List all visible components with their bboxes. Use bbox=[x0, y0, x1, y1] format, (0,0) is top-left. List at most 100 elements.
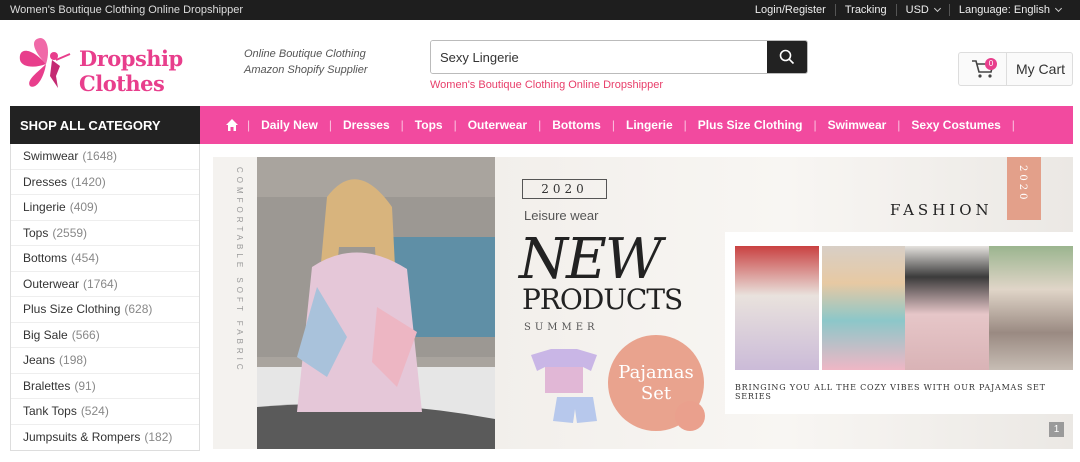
category-name: Outerwear bbox=[23, 276, 80, 291]
category-count: (566) bbox=[71, 327, 100, 342]
banner-products-heading: PRODUCTS bbox=[522, 283, 683, 316]
cart-count-badge: 0 bbox=[985, 58, 997, 70]
category-item[interactable]: Dresses (1420) bbox=[11, 170, 199, 195]
banner-model-image bbox=[257, 157, 495, 449]
category-name: Jumpsuits & Rompers bbox=[23, 430, 141, 445]
top-bar: Women's Boutique Clothing Online Dropshi… bbox=[0, 0, 1080, 20]
nav-separator: | bbox=[1011, 118, 1015, 132]
tagline-line-2: Amazon Shopify Supplier bbox=[244, 64, 368, 76]
pajama-photo bbox=[905, 246, 989, 370]
category-count: (409) bbox=[69, 200, 98, 215]
logo-wordmark: Dropship Clothes bbox=[79, 46, 183, 96]
pajama-photo bbox=[735, 246, 819, 370]
main-nav: SHOP ALL CATEGORY | Daily New | Dresses … bbox=[10, 106, 1073, 144]
search-input[interactable] bbox=[431, 41, 767, 73]
nav-separator: | bbox=[453, 118, 457, 132]
category-count: (91) bbox=[74, 378, 96, 393]
category-count: (182) bbox=[144, 430, 173, 445]
category-name: Tops bbox=[23, 225, 49, 240]
shop-all-category-button[interactable]: SHOP ALL CATEGORY bbox=[10, 106, 200, 144]
home-link[interactable] bbox=[220, 118, 244, 132]
banner-year-tag-text: 2020 bbox=[1017, 165, 1028, 203]
nav-link-sexy-costumes[interactable]: Sexy Costumes bbox=[903, 118, 1008, 132]
fairy-logo-icon bbox=[19, 38, 71, 88]
category-count: (1648) bbox=[82, 149, 118, 164]
pajamas-label-1: Pajamas bbox=[618, 362, 694, 383]
pajama-photo-strip: BRINGING YOU ALL THE COZY VIBES WITH OUR… bbox=[725, 232, 1073, 414]
category-name: Plus Size Clothing bbox=[23, 302, 121, 317]
search-bar bbox=[430, 40, 808, 74]
nav-separator: | bbox=[247, 118, 251, 132]
decor-circle bbox=[675, 401, 705, 431]
currency-label: USD bbox=[905, 4, 929, 16]
banner-page-indicator[interactable]: 1 bbox=[1049, 422, 1064, 437]
nav-separator: | bbox=[400, 118, 404, 132]
banner-leisure-text: Leisure wear bbox=[524, 208, 599, 223]
category-count: (454) bbox=[71, 251, 100, 266]
nav-separator: | bbox=[328, 118, 332, 132]
category-item[interactable]: Tops (2559) bbox=[11, 221, 199, 246]
nav-link-plus-size[interactable]: Plus Size Clothing bbox=[690, 118, 811, 132]
nav-link-swimwear[interactable]: Swimwear bbox=[820, 118, 895, 132]
nav-link-dresses[interactable]: Dresses bbox=[335, 118, 398, 132]
category-count: (628) bbox=[124, 302, 153, 317]
category-name: Jeans bbox=[23, 353, 56, 368]
category-name: Big Sale bbox=[23, 327, 68, 342]
category-item[interactable]: Swimwear (1648) bbox=[11, 144, 199, 170]
category-count: (524) bbox=[80, 404, 109, 419]
pajama-photo bbox=[822, 246, 906, 370]
category-count: (1764) bbox=[83, 276, 118, 291]
nav-link-outerwear[interactable]: Outerwear bbox=[460, 118, 535, 132]
category-item[interactable]: Bralettes (91) bbox=[11, 374, 199, 399]
language-label: Language: English bbox=[958, 4, 1050, 16]
category-name: Bralettes bbox=[23, 378, 71, 393]
hot-search-link[interactable]: Women's Boutique Clothing Online Dropshi… bbox=[430, 79, 663, 91]
banner-summer-text: SUMMER bbox=[524, 322, 599, 333]
tagline-line-1: Online Boutique Clothing bbox=[244, 48, 366, 60]
currency-selector[interactable]: USD bbox=[895, 4, 949, 16]
photo-strip-caption: BRINGING YOU ALL THE COZY VIBES WITH OUR… bbox=[735, 383, 1046, 401]
category-name: Bottoms bbox=[23, 251, 68, 266]
nav-link-bottoms[interactable]: Bottoms bbox=[544, 118, 609, 132]
banner-year-tag: 2020 bbox=[1007, 157, 1041, 220]
login-register-link[interactable]: Login/Register bbox=[746, 4, 835, 16]
chevron-down-icon bbox=[1054, 4, 1063, 13]
search-button[interactable] bbox=[767, 41, 807, 73]
nav-separator: | bbox=[683, 118, 687, 132]
site-logo[interactable]: Dropship Clothes bbox=[16, 36, 226, 96]
category-item[interactable]: Jeans (198) bbox=[11, 348, 199, 374]
category-sidebar: Swimwear (1648) Dresses (1420) Lingerie (40… bbox=[10, 144, 200, 451]
search-icon bbox=[779, 49, 795, 65]
language-selector[interactable]: Language: English bbox=[948, 4, 1070, 16]
category-count: (2559) bbox=[52, 225, 88, 240]
category-item[interactable]: Outerwear (1764) bbox=[11, 272, 199, 297]
top-tagline: Women's Boutique Clothing Online Dropshi… bbox=[10, 4, 244, 16]
category-item[interactable]: Bottoms (454) bbox=[11, 246, 199, 272]
banner-fashion-heading: FASHION bbox=[890, 201, 993, 219]
category-item[interactable]: Tank Tops (524) bbox=[11, 399, 199, 425]
nav-link-lingerie[interactable]: Lingerie bbox=[618, 118, 681, 132]
chevron-down-icon bbox=[933, 4, 941, 13]
category-item[interactable]: Jumpsuits & Rompers (182) bbox=[11, 425, 199, 451]
category-item[interactable]: Big Sale (566) bbox=[11, 323, 199, 348]
category-item[interactable]: Lingerie (409) bbox=[11, 195, 199, 221]
hero-banner[interactable]: COMFORTABLE SOFT FABRIC 2020 Leisure wea… bbox=[213, 157, 1073, 449]
nav-link-daily-new[interactable]: Daily New bbox=[253, 118, 326, 132]
category-name: Dresses bbox=[23, 174, 68, 189]
cart-button[interactable]: 0 My Cart bbox=[958, 52, 1073, 86]
category-count: (1420) bbox=[71, 174, 106, 189]
cart-icon-wrap: 0 bbox=[959, 53, 1007, 85]
site-header: Dropship Clothes Online Boutique Clothin… bbox=[0, 20, 1080, 106]
nav-separator: | bbox=[611, 118, 615, 132]
nav-separator: | bbox=[813, 118, 817, 132]
header-tagline: Online Boutique Clothing Amazon Shopify … bbox=[244, 46, 368, 78]
category-count: (198) bbox=[59, 353, 88, 368]
tracking-link[interactable]: Tracking bbox=[834, 4, 896, 16]
category-name: Tank Tops bbox=[23, 404, 77, 419]
nav-link-tops[interactable]: Tops bbox=[407, 118, 451, 132]
nav-separator: | bbox=[897, 118, 901, 132]
pajama-photo bbox=[989, 246, 1073, 370]
model-illustration bbox=[257, 157, 495, 449]
category-item[interactable]: Plus Size Clothing (628) bbox=[11, 297, 199, 323]
banner-side-strip: COMFORTABLE SOFT FABRIC bbox=[213, 157, 257, 449]
